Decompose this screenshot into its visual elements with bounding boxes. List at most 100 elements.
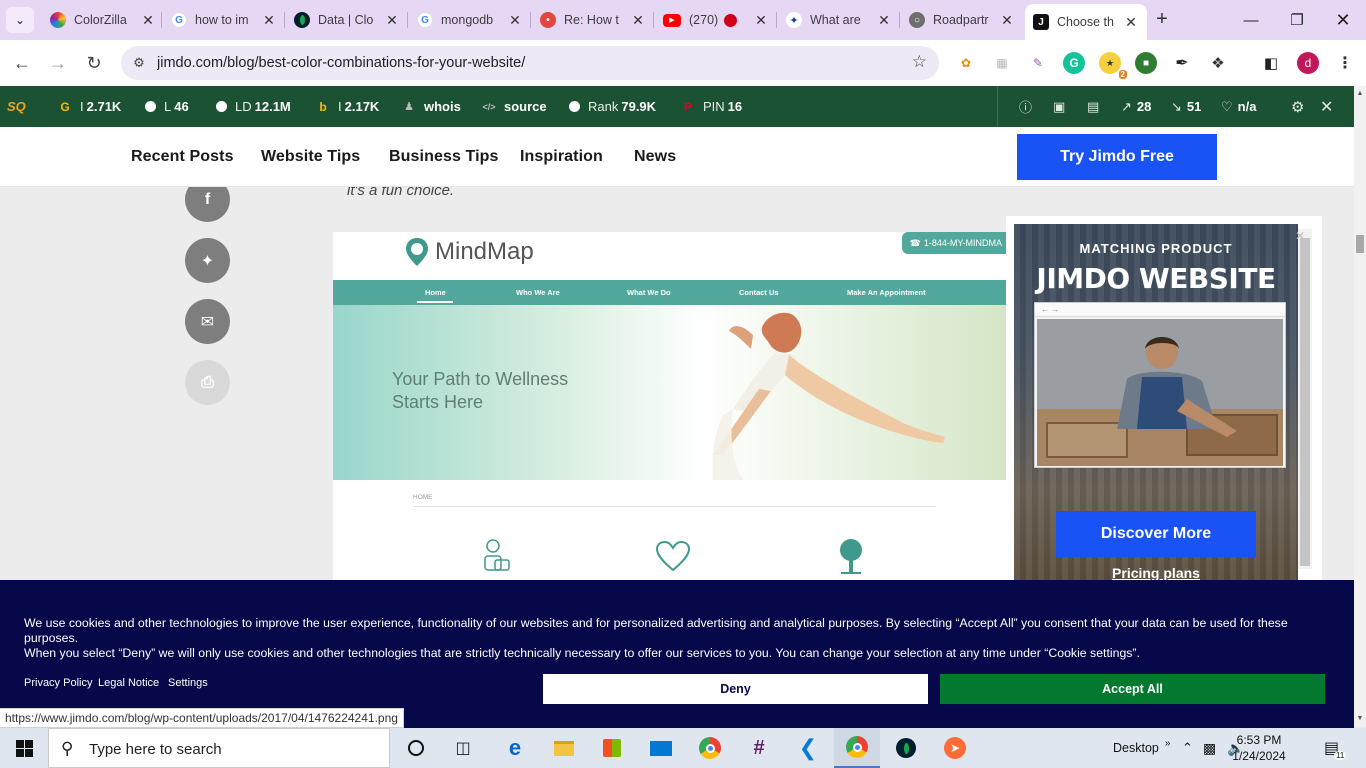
vscode-app[interactable]: ❮: [785, 728, 831, 768]
seo-link-domains[interactable]: LD 12.1M: [216, 86, 291, 127]
mindmap-website-example-image[interactable]: MindMap ☎ 1-844-MY-MINDMA Home Who We Are…: [333, 232, 1006, 580]
close-icon[interactable]: ✕: [876, 12, 892, 29]
tab-search-button[interactable]: ⌄: [6, 7, 34, 33]
mongodb-compass-app[interactable]: [883, 728, 929, 768]
show-hidden-icons[interactable]: ⌃: [1182, 728, 1193, 768]
tab-google-mongodb[interactable]: G mongodb ✕: [409, 6, 531, 34]
extensions-puzzle-icon[interactable]: ❖: [1207, 52, 1229, 74]
accept-all-button[interactable]: Accept All: [940, 674, 1325, 704]
seo-close-icon[interactable]: ✕: [1320, 86, 1333, 127]
scroll-down-icon[interactable]: ▼: [1354, 713, 1366, 725]
legal-notice-link[interactable]: Legal Notice: [98, 677, 159, 689]
bookmark-star-icon[interactable]: ☆: [912, 52, 927, 72]
new-tab-button[interactable]: +: [1150, 8, 1174, 32]
tab-colorzilla[interactable]: ColorZilla ✕: [42, 6, 164, 34]
document-icon[interactable]: ▤: [1087, 86, 1099, 127]
slack-app[interactable]: #: [736, 728, 782, 768]
page-scrollbar[interactable]: ▲ ▼: [1354, 86, 1366, 727]
task-view-button[interactable]: ◫: [440, 728, 486, 768]
pricing-plans-link[interactable]: Pricing plans: [1014, 565, 1298, 580]
tab-mongodb-data[interactable]: Data | Clo ✕: [286, 6, 408, 34]
file-explorer-app[interactable]: [541, 728, 587, 768]
rating-value[interactable]: ♡ n/a: [1221, 86, 1256, 127]
nav-inspiration[interactable]: Inspiration: [520, 148, 603, 166]
side-panel-icon[interactable]: ◧: [1260, 52, 1282, 74]
seoquake-extension-icon[interactable]: ✿: [955, 52, 977, 74]
notification-center[interactable]: ▤ 11: [1324, 728, 1347, 768]
close-icon[interactable]: ✕: [1123, 14, 1139, 31]
ad-scrollbar-thumb[interactable]: [1300, 238, 1310, 566]
monitor-icon[interactable]: ▣: [1053, 86, 1065, 127]
seoquake-logo[interactable]: SQ: [7, 86, 26, 127]
back-button[interactable]: ←: [8, 49, 36, 77]
share-twitter-button[interactable]: ✦: [185, 238, 230, 283]
system-clock[interactable]: 6:53 PM 1/24/2024: [1219, 732, 1299, 764]
scrollbar-thumb[interactable]: [1356, 235, 1364, 253]
share-facebook-button[interactable]: f: [185, 187, 230, 222]
nav-news[interactable]: News: [634, 148, 676, 166]
profile-avatar[interactable]: d: [1297, 52, 1319, 74]
close-icon[interactable]: ✕: [384, 12, 400, 29]
close-icon[interactable]: ✕: [507, 12, 523, 29]
nav-business-tips[interactable]: Business Tips: [389, 148, 499, 166]
privacy-policy-link[interactable]: Privacy Policy: [24, 677, 92, 689]
colorzilla-dropper-icon[interactable]: ✎: [1027, 52, 1049, 74]
cookie-settings-link[interactable]: Settings: [168, 677, 208, 689]
discover-more-button[interactable]: Discover More: [1056, 511, 1256, 557]
tab-youtube[interactable]: ▶ (270) ✕: [655, 6, 777, 34]
close-window-button[interactable]: ✕: [1320, 0, 1366, 40]
nav-website-tips[interactable]: Website Tips: [261, 148, 360, 166]
taskbar-search-input[interactable]: [89, 739, 379, 759]
seo-whois[interactable]: ♟ whois: [402, 86, 461, 127]
seo-links[interactable]: L 46: [145, 86, 189, 127]
seo-source[interactable]: </> source: [482, 86, 546, 127]
url-input[interactable]: [157, 53, 897, 73]
reload-button[interactable]: ↻: [80, 49, 108, 77]
share-email-button[interactable]: ✉: [185, 299, 230, 344]
close-icon[interactable]: ✕: [261, 12, 277, 29]
seo-rank[interactable]: Rank 79.9K: [569, 86, 656, 127]
seo-bing-index[interactable]: b I 2.17K: [316, 86, 379, 127]
grammarly-icon[interactable]: G: [1063, 52, 1085, 74]
jimdo-website-ad[interactable]: MATCHING PRODUCT JIMDO WEBSITE ← → Disco…: [1014, 224, 1298, 580]
seo-pinterest[interactable]: P PIN 16: [681, 86, 742, 127]
cortana-button[interactable]: [393, 728, 439, 768]
deny-button[interactable]: Deny: [543, 674, 928, 704]
info-icon[interactable]: ⓘ: [1019, 86, 1032, 127]
robot-extension-icon[interactable]: ■: [1135, 52, 1157, 74]
tab-google-how-to[interactable]: G how to im ✕: [163, 6, 285, 34]
tab-community[interactable]: • Re: How t ✕: [532, 6, 654, 34]
tab-what-are[interactable]: ✦ What are ✕: [778, 6, 900, 34]
nav-recent-posts[interactable]: Recent Posts: [131, 148, 234, 166]
scroll-up-icon[interactable]: ▲: [1354, 88, 1366, 100]
network-icon[interactable]: ▩: [1203, 728, 1216, 768]
tab-roadpartner[interactable]: ○ Roadpartr ✕: [901, 6, 1023, 34]
share-print-button[interactable]: ⎙: [185, 360, 230, 405]
mail-app[interactable]: [638, 728, 684, 768]
close-icon[interactable]: ✕: [630, 12, 646, 29]
internal-links-count[interactable]: ↘ 51: [1171, 86, 1201, 127]
site-settings-icon[interactable]: ⚙: [129, 53, 149, 73]
restore-button[interactable]: ❐: [1274, 0, 1320, 40]
try-jimdo-free-button[interactable]: Try Jimdo Free: [1017, 134, 1217, 180]
close-icon[interactable]: ✕: [753, 12, 769, 29]
eyedropper-icon[interactable]: ✒: [1171, 52, 1193, 74]
extension-badge-icon[interactable]: ★ 2: [1099, 52, 1127, 79]
seo-google-index[interactable]: G I 2.71K: [58, 86, 121, 127]
minimize-button[interactable]: —: [1228, 0, 1274, 40]
start-button[interactable]: [0, 728, 48, 768]
chrome-profile-app[interactable]: [834, 728, 880, 768]
external-links-count[interactable]: ↗ 28: [1121, 86, 1151, 127]
taskbar-search-box[interactable]: ⚲: [48, 728, 390, 768]
grid-extension-icon[interactable]: ▦: [991, 52, 1013, 74]
edge-app[interactable]: e: [492, 728, 538, 768]
desktop-toolbar[interactable]: Desktop»: [1113, 728, 1170, 768]
tab-jimdo-active[interactable]: J Choose th ✕: [1025, 4, 1147, 40]
store-app[interactable]: [589, 728, 635, 768]
chrome-app[interactable]: [687, 728, 733, 768]
seo-settings-icon[interactable]: ⚙: [1291, 86, 1304, 127]
postman-app[interactable]: ➤: [932, 728, 978, 768]
forward-button[interactable]: →: [44, 49, 72, 77]
close-icon[interactable]: ✕: [999, 12, 1015, 29]
menu-kebab-icon[interactable]: ⋮: [1334, 52, 1356, 74]
